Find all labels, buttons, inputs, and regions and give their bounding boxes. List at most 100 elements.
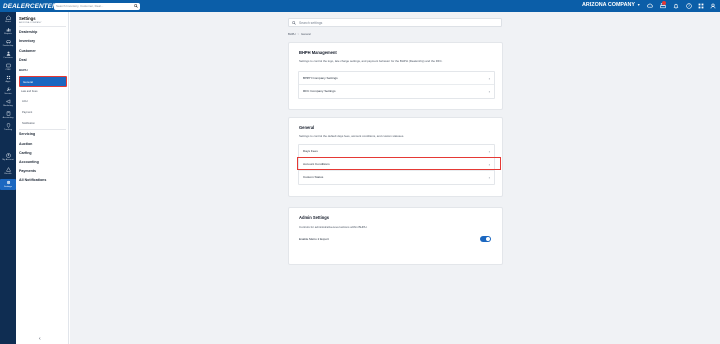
rail-label: Service — [4, 92, 12, 95]
tracking-icon — [6, 123, 10, 128]
card-title: Admin Settings — [299, 215, 330, 220]
megaphone-icon — [6, 99, 10, 104]
settings-search-input[interactable]: Search settings — [288, 18, 502, 27]
card-description: Controls for administrative-level action… — [299, 225, 368, 229]
days-fees-row[interactable]: Days Fees › — [299, 145, 494, 158]
rail-item-marketing[interactable]: Marketing — [0, 98, 16, 109]
rail-item-home[interactable]: Home — [0, 14, 16, 25]
card-description: Settings to control the default days fee… — [299, 134, 405, 138]
custom-status-row[interactable]: Custom Status › — [299, 171, 494, 184]
rail-item-settings[interactable]: Settings — [0, 179, 16, 190]
nav-item-servicing[interactable]: Servicing — [19, 132, 35, 136]
nav-item-notification[interactable]: Notification — [22, 122, 35, 125]
card-title: General — [299, 125, 315, 130]
nav-item-accounting[interactable]: Accounting — [19, 160, 39, 164]
calculator-icon — [6, 111, 10, 116]
apps-icon — [6, 75, 10, 80]
metro2-export-toggle[interactable] — [480, 236, 491, 242]
rail-label: Apps — [5, 80, 11, 83]
account-icon — [5, 153, 11, 158]
grid-icon[interactable] — [698, 3, 704, 9]
app-logo[interactable]: DEALERCENTER — [3, 3, 57, 10]
notification-badge — [662, 1, 666, 5]
rail-item-service[interactable]: Service — [0, 86, 16, 97]
rail-item-recalls[interactable]: Recalls — [0, 166, 16, 177]
nav-subtitle: ARIZONA COMPANY — [19, 21, 42, 24]
rail-label: Recalls — [4, 172, 12, 175]
nav-item-carfing[interactable]: Carfing — [19, 151, 32, 155]
settings-search-placeholder: Search settings — [299, 20, 323, 25]
general-card: General Settings to control the default … — [288, 117, 503, 197]
rail-label: Accounting — [2, 116, 14, 119]
chevron-right-icon: › — [488, 161, 490, 167]
nav-item-payments[interactable]: Payments — [19, 169, 36, 173]
nav-item-inventory[interactable]: Inventory — [19, 39, 35, 43]
admin-settings-card: Admin Settings Controls for administrati… — [288, 207, 503, 265]
recall-icon — [5, 167, 11, 172]
rail-item-crm[interactable]: CRM — [0, 62, 16, 73]
left-rail: Home Reports Dealership Customer CRM App… — [0, 12, 16, 344]
rail-label: Customer — [3, 56, 13, 59]
row-label: BHPH Company Settings — [303, 76, 338, 80]
nav-item-auction[interactable]: Auction — [19, 142, 32, 146]
settings-list: Days Fees › Account Conditions › Custom … — [298, 144, 495, 185]
rail-item-reports[interactable]: Reports — [0, 26, 16, 37]
rail-item-dealership[interactable]: Dealership — [0, 38, 16, 49]
row-label: RFC Company Settings — [303, 89, 336, 93]
nav-item-customer[interactable]: Customer — [19, 49, 36, 53]
search-icon[interactable] — [134, 4, 138, 8]
chevron-right-icon: › — [488, 148, 490, 154]
nav-item-ach[interactable]: ACH — [22, 100, 27, 103]
nav-item-late-fees[interactable]: Late and Fees — [21, 90, 38, 93]
nav-item-deal[interactable]: Deal — [19, 58, 27, 62]
rail-label: My Account — [2, 158, 14, 161]
main-content: Search settings BHPH > General BHPH Manage… — [70, 12, 720, 344]
divider — [19, 26, 66, 27]
global-search-input[interactable]: Search Inventory, Customer, Deal... — [54, 2, 140, 10]
rail-label: Tracking — [3, 128, 13, 131]
crm-icon — [5, 63, 11, 68]
nav-group-bhph[interactable]: BHPH — [19, 68, 28, 72]
company-name: ARIZONA COMPANY — [582, 2, 636, 8]
account-conditions-row[interactable]: Account Conditions › — [299, 158, 494, 171]
rfc-company-settings-row[interactable]: RFC Company Settings › — [299, 85, 494, 98]
svg-text:?: ? — [688, 4, 690, 8]
rail-item-customer[interactable]: Customer — [0, 50, 16, 61]
company-selector[interactable]: ARIZONA COMPANY ▼ — [582, 2, 640, 8]
card-title: BHPH Management — [299, 50, 337, 55]
rail-label: CRM — [5, 68, 11, 71]
bhph-management-card: BHPH Management Settings to control the … — [288, 42, 503, 110]
card-description: Settings to control the logo, late charg… — [299, 59, 443, 63]
chevron-right-icon: › — [488, 174, 490, 180]
rail-item-tracking[interactable]: Tracking — [0, 122, 16, 133]
rail-item-my-account[interactable]: My Account — [0, 152, 16, 163]
collapse-nav-button[interactable]: ‹ — [39, 336, 41, 342]
breadcrumb-current: General — [301, 33, 311, 36]
breadcrumb-separator: > — [297, 33, 300, 36]
nav-item-dealership[interactable]: Dealership — [19, 30, 37, 34]
nav-item-general[interactable]: General — [19, 76, 67, 87]
gear-icon — [6, 180, 10, 185]
search-icon — [292, 20, 296, 25]
global-search-placeholder: Search Inventory, Customer, Deal... — [56, 4, 104, 8]
bhph-company-settings-row[interactable]: BHPH Company Settings › — [299, 72, 494, 85]
chevron-down-icon: ▼ — [637, 3, 641, 7]
rail-label: Home — [5, 20, 11, 23]
rail-item-apps[interactable]: Apps — [0, 74, 16, 85]
home-icon — [5, 15, 11, 20]
cloud-icon[interactable] — [647, 3, 653, 9]
rail-item-accounting[interactable]: Accounting — [0, 110, 16, 121]
breadcrumb-root[interactable]: BHPH — [288, 33, 295, 36]
row-label: Custom Status — [303, 175, 324, 179]
nav-item-payment[interactable]: Payment — [22, 111, 32, 114]
rail-label: Settings — [4, 185, 12, 188]
help-icon[interactable]: ? — [686, 3, 692, 9]
row-label: Days Fees — [303, 149, 318, 153]
wrench-icon — [6, 87, 11, 92]
toggle-label: Enable Metro 2 Export — [299, 237, 329, 241]
nav-item-all-notifications[interactable]: All Notifications — [19, 178, 46, 182]
bell-icon[interactable] — [673, 3, 679, 9]
settings-nav: Settings ARIZONA COMPANY Dealership Inve… — [16, 12, 69, 344]
row-label: Account Conditions — [303, 162, 330, 166]
user-icon[interactable] — [710, 3, 716, 9]
